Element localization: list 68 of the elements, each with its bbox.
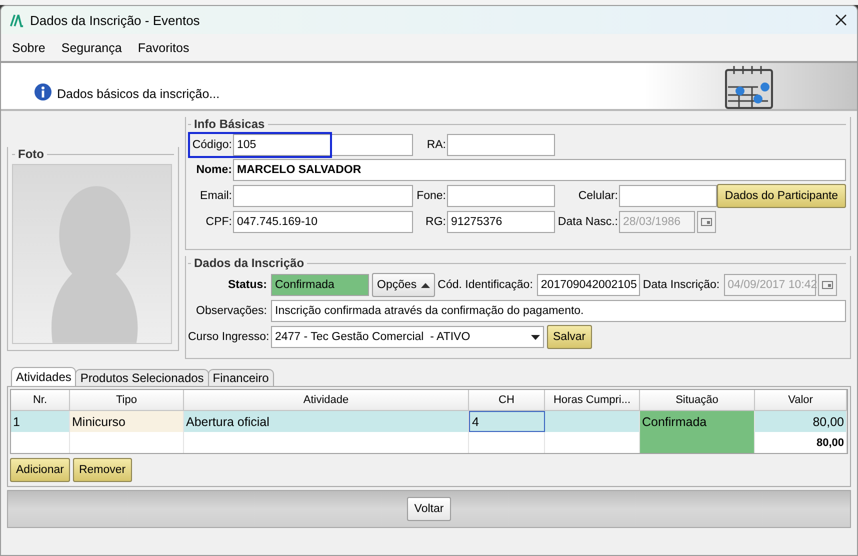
menu-item[interactable]: Segurança (61, 40, 122, 54)
field-label: RA: (426, 139, 447, 151)
column-header[interactable]: Nr. (11, 390, 70, 411)
field-label: CPF: (204, 216, 233, 228)
save-button[interactable]: Salvar (547, 325, 592, 349)
action-button[interactable]: Remover (72, 458, 132, 482)
calendar-button[interactable] (818, 274, 837, 296)
menu-item[interactable]: Sobre (12, 40, 46, 54)
column-header[interactable]: Situação (640, 390, 755, 411)
field-label: Fone: (416, 190, 447, 202)
input-field[interactable]: 105 (233, 134, 413, 156)
calendar-icon (822, 281, 833, 289)
input-field[interactable] (619, 185, 717, 207)
participant-data-button[interactable]: Dados do Participante (717, 184, 846, 208)
input-field[interactable]: 047.745.169-10 (233, 211, 413, 233)
tab[interactable]: Financeiro (208, 369, 274, 386)
app-logo-icon (9, 12, 24, 28)
caret-up-icon (420, 282, 430, 288)
dropdown-field[interactable]: 2477 - Tec Gestão Comercial - ATIVO (271, 326, 544, 348)
calendar-button[interactable] (697, 211, 716, 233)
group-title: Info Básicas (194, 117, 265, 131)
calendar-icon (701, 218, 712, 226)
column-header[interactable]: CH (469, 390, 545, 411)
field-label: Data Nasc.: (556, 216, 619, 228)
column-header[interactable]: Horas Cumpri... (545, 390, 640, 411)
input-field[interactable] (233, 185, 413, 207)
action-button[interactable]: Adicionar (10, 458, 70, 482)
back-button[interactable]: Voltar (407, 497, 451, 521)
tab[interactable]: Produtos Selecionados (75, 369, 209, 386)
table-cell: 4 (469, 411, 545, 432)
calendar-icon (725, 65, 773, 109)
input-field[interactable] (447, 185, 555, 207)
table-cell: Abertura oficial (184, 411, 469, 432)
options-button[interactable]: Opções (372, 273, 435, 297)
field-label: Status: (227, 279, 268, 291)
table-cell: 80,00 (755, 411, 847, 432)
menu-item[interactable]: Favoritos (138, 40, 190, 54)
input-field[interactable]: Inscrição confirmada através da confirmação do pagamento. (271, 300, 846, 322)
column-header[interactable]: Atividade (184, 390, 469, 411)
info-icon (34, 83, 52, 101)
table-cell: 80,00 (755, 432, 847, 453)
close-icon[interactable] (833, 12, 849, 28)
group-title: Dados da Inscrição (194, 256, 304, 270)
input-field[interactable] (447, 134, 555, 156)
header-text: Dados básicos da inscrição... (57, 87, 220, 101)
field-label: Código: (191, 139, 233, 151)
column-header[interactable]: Tipo (70, 390, 184, 411)
tab[interactable]: Atividades (11, 367, 76, 386)
table-cell: 1 (11, 411, 70, 432)
table-cell: Minicurso (70, 411, 184, 432)
table-cell: Confirmada (640, 411, 755, 432)
field-label: Observações: (195, 305, 268, 317)
field-label: Email: (199, 190, 233, 202)
field-label: Curso Ingresso: (188, 331, 268, 343)
column-header[interactable]: Valor (755, 390, 847, 411)
caret-down-icon (531, 334, 540, 340)
group-title: Foto (18, 147, 44, 161)
person-silhouette-icon (12, 164, 172, 344)
input-field[interactable]: 91275376 (447, 211, 555, 233)
input-field[interactable]: MARCELO SALVADOR (233, 159, 846, 181)
window-title: Dados da Inscrição - Eventos (30, 12, 201, 28)
field-label: Data Inscrição: (642, 279, 721, 291)
input-field[interactable]: 201709042002105 (536, 274, 640, 296)
field-label: Celular: (577, 190, 619, 202)
field-label: Cód. Identificação: (438, 279, 534, 291)
field-label: Nome: (195, 164, 233, 176)
input-field[interactable]: Confirmada (271, 274, 369, 296)
field-label: RG: (424, 216, 447, 228)
